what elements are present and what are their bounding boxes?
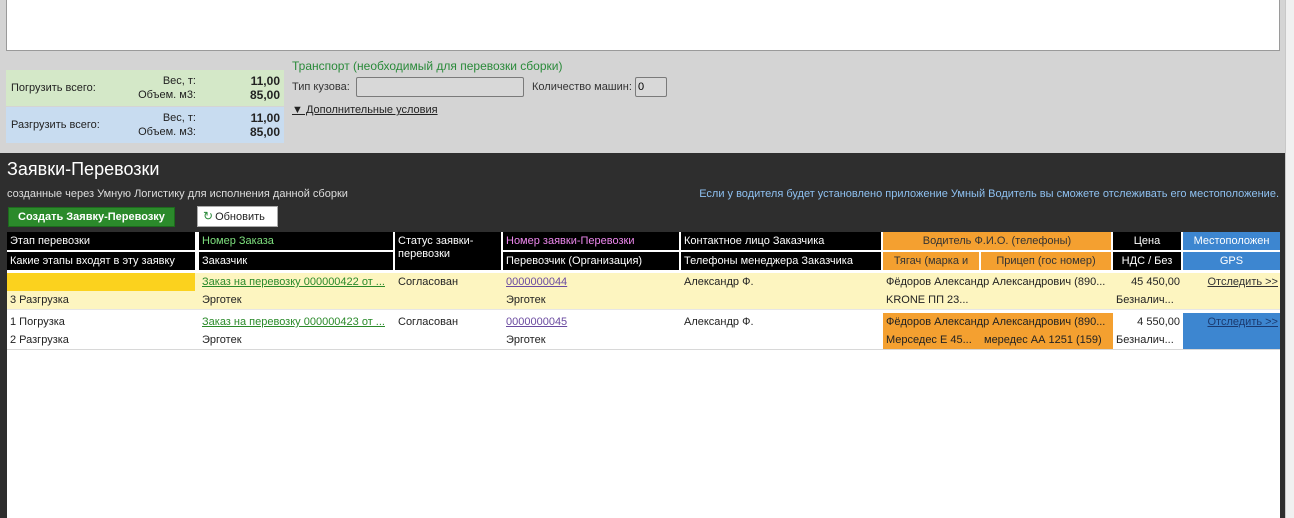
body-type-input[interactable] [356,77,524,97]
extra-conditions-link[interactable]: ▼ Дополнительные условия [292,104,438,116]
row2-request-cell: 0000000045 [503,313,679,331]
col-manager-phones[interactable]: Телефоны менеджера Заказчика [681,252,883,270]
body-type-label: Тип кузова: [292,81,350,93]
row-divider [7,309,1280,310]
col-stages-included[interactable]: Какие этапы входят в эту заявку [7,252,197,270]
load-totals: Погрузить всего: Вес, т: Объем. м3: 11,0… [6,70,284,106]
comment-memo[interactable] [6,0,1280,51]
transport-title: Транспорт (необходимый для перевозки сбо… [292,59,563,73]
col-carrier[interactable]: Перевозчик (Организация) [503,252,681,270]
col-stage[interactable]: Этап перевозки [7,232,197,250]
row2-trailer: мередес АА 1251 (159) [984,334,1102,346]
col-price[interactable]: Цена [1113,232,1183,250]
requests-table: Этап перевозки Номер Заказа Статус заявк… [7,232,1280,518]
row1-contact: Александр Ф. [684,276,754,288]
row1-order-cell: Заказ на перевозку 000000422 от ... [199,273,393,291]
row2-track-cell: Отследить >> [1183,313,1280,331]
refresh-button[interactable]: ↻ Обновить [197,206,278,227]
unload-volume-label: Объем. м3: [138,126,196,138]
refresh-icon: ↻ [203,209,214,223]
row1-tractor: KRONE ПП 23... [886,294,969,306]
create-request-button[interactable]: Создать Заявку-Перевозку [8,207,175,227]
totals-panel: Погрузить всего: Вес, т: Объем. м3: 11,0… [6,70,284,143]
row2-vat: Безналич... [1116,334,1174,346]
col-tractor[interactable]: Тягач (марка и [883,252,981,270]
row2-track-link[interactable]: Отследить >> [1207,316,1278,328]
unload-volume-value: 85,00 [249,125,280,139]
row2-status: Согласован [398,316,459,328]
row1-driver: Фёдоров Александр Александрович (890... [886,276,1106,288]
load-weight-label: Вес, т: [162,75,196,87]
unload-weight-value: 11,00 [250,111,280,125]
row1-stage-b: 3 Разгрузка [10,294,69,306]
refresh-label: Обновить [215,211,265,223]
load-volume-value: 85,00 [249,88,280,102]
row2-carrier: Эрготек [506,334,546,346]
col-gps[interactable]: GPS [1183,252,1280,270]
col-vat[interactable]: НДС / Без [1113,252,1183,270]
cars-count-label: Количество машин: [532,81,632,93]
cars-count-input[interactable] [635,77,667,97]
window-scrollbar-top[interactable] [1285,0,1294,150]
load-volume-label: Объем. м3: [138,89,196,101]
row1-track-cell: Отследить >> [1183,273,1280,291]
row1-request-cell: 0000000044 [503,273,679,291]
row1-carrier: Эрготек [506,294,546,306]
load-total-title: Погрузить всего: [11,82,96,94]
row1-order-link[interactable]: Заказ на перевозку 000000422 от ... [202,276,385,288]
row1-stage-a [7,273,195,291]
col-status[interactable]: Статус заявки-перевозки [395,232,503,270]
driver-app-note: Если у водителя будет установлено прилож… [699,188,1279,200]
window-scrollbar[interactable] [1285,150,1294,518]
row2-stage-a: 1 Погрузка [10,316,65,328]
unload-totals: Разгрузить всего: Вес, т: Объем. м3: 11,… [6,107,284,143]
col-contact[interactable]: Контактное лицо Заказчика [681,232,883,250]
col-order-number[interactable]: Номер Заказа [199,232,395,250]
col-customer[interactable]: Заказчик [199,252,395,270]
row2-driver: Фёдоров Александр Александрович (890... [886,316,1106,328]
row1-trailer [981,291,1113,309]
row2-contact: Александр Ф. [684,316,754,328]
row2-order-cell: Заказ на перевозку 000000423 от ... [199,313,393,331]
unload-total-title: Разгрузить всего: [11,119,100,131]
unload-weight-label: Вес, т: [162,112,196,124]
row-divider [7,349,1280,350]
row2-stage-b: 2 Разгрузка [10,334,69,346]
col-request-number[interactable]: Номер заявки-Перевозки [503,232,681,250]
row1-track-link[interactable]: Отследить >> [1207,276,1278,288]
row2-tractor: Мерседес Е 45... [886,334,972,346]
col-trailer[interactable]: Прицеп (гос номер) [981,252,1113,270]
row2-request-link[interactable]: 0000000045 [506,316,567,328]
load-weight-value: 11,00 [250,74,280,88]
row2-customer: Эрготек [202,334,242,346]
col-location[interactable]: Местоположен [1183,232,1280,250]
row2-order-link[interactable]: Заказ на перевозку 000000423 от ... [202,316,385,328]
row1-request-link[interactable]: 0000000044 [506,276,567,288]
section-subtitle: созданные через Умную Логистику для испо… [7,188,348,200]
col-driver[interactable]: Водитель Ф.И.О. (телефоны) [883,232,1113,250]
section-title: Заявки-Перевозки [7,159,160,179]
row1-price: 45 450,00 [1131,276,1180,288]
row1-vat: Безналич... [1116,294,1174,306]
row1-status: Согласован [398,276,459,288]
row1-customer: Эрготек [202,294,242,306]
row2-price: 4 550,00 [1137,316,1180,328]
